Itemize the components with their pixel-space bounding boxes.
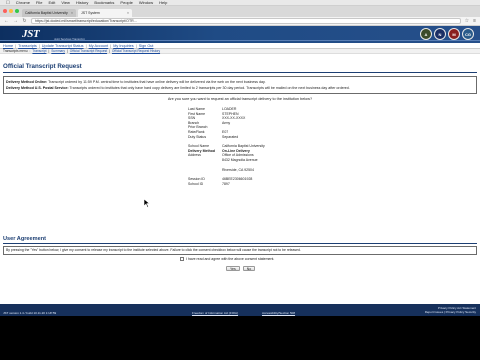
coast-guard-seal-icon: CG — [462, 28, 474, 40]
menu-item[interactable]: History — [76, 0, 88, 5]
web-page: JST Joint Services Transcript A N M CG H… — [0, 26, 480, 316]
menu-item[interactable]: File — [36, 0, 42, 5]
consent-checkbox-row[interactable]: I have read and agree with the above con… — [180, 257, 274, 261]
yes-button[interactable]: Yes — [226, 266, 240, 271]
forward-icon[interactable]: → — [13, 18, 18, 24]
breadcrumb-item[interactable]: Official Transcript Request History — [112, 49, 160, 53]
menu-item[interactable]: People — [120, 0, 132, 5]
breadcrumb: Transcripts menu: Transcript | Summary | O… — [0, 49, 480, 54]
army-seal-icon: A — [420, 28, 432, 40]
reload-icon[interactable]: ↻ — [22, 18, 27, 24]
browser-tabbar: California Baptist University × JST Syst… — [0, 6, 480, 17]
version-text: JST version 1.4 / build 10.11.20 1:UP.59 — [3, 311, 57, 315]
address-bar: ← → ↻ https://jst.doded.mil/smart/transc… — [0, 17, 480, 26]
service-seals: A N M CG — [420, 28, 474, 40]
nav-sign-out[interactable]: Sign Out — [139, 44, 154, 48]
menu-item[interactable]: Bookmarks — [94, 0, 114, 5]
breadcrumb-item[interactable]: Transcript — [32, 49, 46, 53]
consent-label: I have read and agree with the above con… — [186, 257, 275, 261]
apple-icon[interactable]:  — [6, 0, 10, 6]
close-window-icon[interactable] — [3, 9, 7, 13]
site-logo[interactable]: JST — [22, 28, 40, 40]
breadcrumb-item[interactable]: Official Transcript Request — [70, 49, 107, 53]
menu-item[interactable]: View — [61, 0, 70, 5]
url-text: https://jst.doded.mil/smart/transcript/e… — [35, 19, 137, 23]
detail-row: 8432 Magnolia Avenue — [222, 157, 258, 162]
nav-my-inquiries[interactable]: My Inquiries — [113, 44, 133, 48]
user-agreement-title: User Agreement — [3, 236, 47, 242]
delivery-notice: Delivery Method Online: Transcript order… — [3, 76, 477, 94]
nav-transcripts[interactable]: Transcripts — [18, 44, 37, 48]
browser-tab[interactable]: California Baptist University × — [22, 9, 76, 17]
breadcrumb-item[interactable]: Summary — [51, 49, 65, 53]
no-button[interactable]: No — [242, 266, 256, 271]
consent-checkbox[interactable] — [180, 257, 184, 261]
report-issues-link[interactable]: Report Issues | Privacy Policy Security — [425, 310, 476, 314]
maximize-window-icon[interactable] — [15, 9, 19, 13]
menu-item[interactable]: Chrome — [16, 0, 30, 5]
star-icon[interactable]: ☆ — [465, 18, 469, 24]
site-banner: JST Joint Services Transcript A N M CG — [0, 26, 480, 43]
site-footer: JST version 1.4 / build 10.11.20 1:UP.59… — [0, 304, 480, 316]
back-icon[interactable]: ← — [4, 18, 9, 24]
nav-my-account[interactable]: My Account — [89, 44, 109, 48]
transcript-details: Last Name LOADER First Name STEPHEN SSN XXX… — [188, 107, 318, 186]
nav-home[interactable]: Home — [3, 44, 13, 48]
menu-icon[interactable]: ≡ — [473, 18, 476, 24]
navy-seal-icon: N — [434, 28, 446, 40]
section-508-link[interactable]: Accessibility/Section 508 — [262, 311, 295, 315]
breadcrumb-prefix: Transcripts menu — [3, 49, 28, 53]
delivery-postal: Delivery Method U.S. Postal Service: Tra… — [6, 86, 350, 90]
browser-tab-active[interactable]: JST System × — [78, 9, 132, 17]
user-agreement-text: By pressing the "Yes" button below, I gi… — [3, 246, 477, 255]
window-controls — [3, 9, 19, 13]
foia-link[interactable]: Freedom of Information Act (FOIA) — [192, 311, 238, 315]
mouse-cursor-icon — [144, 199, 150, 208]
url-input[interactable]: https://jst.doded.mil/smart/transcript/e… — [31, 18, 461, 24]
close-tab-icon[interactable]: × — [127, 11, 129, 15]
detail-row: Riverside, CA 92504 — [222, 167, 254, 172]
nav-update-status[interactable]: Update Transcript Status — [42, 44, 84, 48]
page-title: Official Transcript Request — [3, 63, 82, 70]
close-tab-icon[interactable]: × — [71, 11, 73, 15]
menu-item[interactable]: Edit — [48, 0, 55, 5]
tab-label: JST System — [81, 11, 100, 15]
minimize-window-icon[interactable] — [9, 9, 13, 13]
screen:  Chrome File Edit View History Bookmark… — [0, 0, 480, 360]
menu-item[interactable]: Window — [139, 0, 153, 5]
marines-seal-icon: M — [448, 28, 460, 40]
detail-row: School ID 7897 — [188, 181, 230, 186]
menu-item[interactable]: Help — [159, 0, 167, 5]
tab-label: California Baptist University — [25, 11, 68, 15]
footer-right: Privacy Policy Act Statement Report Issu… — [425, 306, 476, 314]
confirm-question: Are you sure you want to request an offi… — [167, 97, 313, 101]
confirm-buttons: Yes No — [226, 266, 256, 271]
detail-row: Duty Status Separated — [188, 134, 239, 139]
